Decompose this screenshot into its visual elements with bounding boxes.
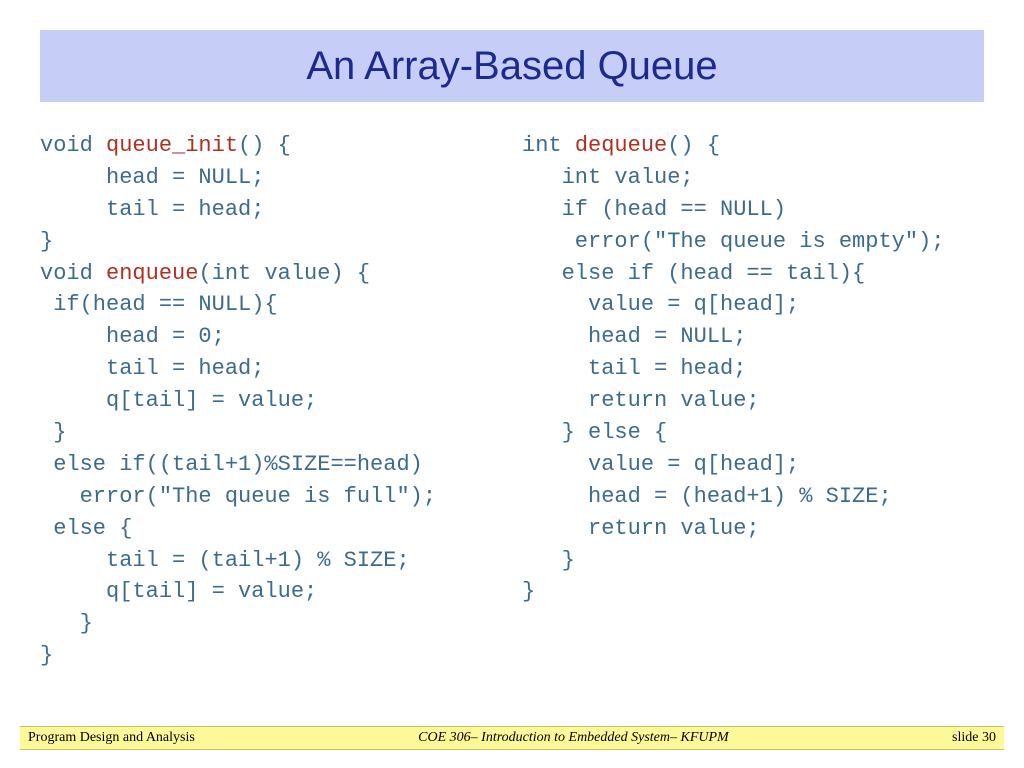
code-line: } — [40, 611, 93, 636]
code-block-enqueue: void enqueue(int value) { if(head == NUL… — [40, 258, 502, 673]
code-line: tail = head; — [40, 197, 264, 222]
code-line: value = q[head]; — [522, 452, 799, 477]
code-line: } — [40, 643, 53, 668]
footer-right: slide 30 — [952, 730, 996, 746]
token: () { — [238, 133, 291, 158]
token-type: void — [40, 133, 93, 158]
token: (int value) { — [198, 261, 370, 286]
code-line: value = q[head]; — [522, 292, 799, 317]
footer: Program Design and Analysis COE 306– Int… — [20, 726, 1004, 750]
token-func-name: dequeue — [575, 133, 667, 158]
token-func-name: enqueue — [106, 261, 198, 286]
token-type: int — [522, 133, 562, 158]
code-line: } — [522, 548, 575, 573]
code-block-dequeue: int dequeue() { int value; if (head == N… — [522, 130, 984, 608]
code-line: else if((tail+1)%SIZE==head) — [40, 452, 423, 477]
code-line: q[tail] = value; — [40, 388, 317, 413]
code-line: } — [40, 420, 66, 445]
code-line: tail = head; — [40, 356, 264, 381]
code-block-init: void queue_init() { head = NULL; tail = … — [40, 130, 502, 258]
code-column-left: void queue_init() { head = NULL; tail = … — [40, 130, 512, 718]
code-line: tail = head; — [522, 356, 746, 381]
code-line: head = NULL; — [522, 324, 746, 349]
code-line: else { — [40, 516, 132, 541]
title-bar: An Array-Based Queue — [40, 30, 984, 102]
code-line: head = (head+1) % SIZE; — [522, 484, 892, 509]
code-line: else if (head == tail){ — [522, 261, 865, 286]
code-line: head = 0; — [40, 324, 225, 349]
code-line: head = NULL; — [40, 165, 264, 190]
code-line: } else { — [522, 420, 667, 445]
code-line: error("The queue is empty"); — [522, 229, 944, 254]
code-line: } — [40, 229, 53, 254]
code-line: error("The queue is full"); — [40, 484, 436, 509]
code-line: tail = (tail+1) % SIZE; — [40, 548, 410, 573]
code-area: void queue_init() { head = NULL; tail = … — [40, 130, 984, 718]
code-line: if(head == NULL){ — [40, 292, 278, 317]
code-line: if (head == NULL) — [522, 197, 786, 222]
code-line: return value; — [522, 388, 760, 413]
slide-title: An Array-Based Queue — [306, 44, 717, 89]
token: () { — [667, 133, 720, 158]
slide: An Array-Based Queue void queue_init() {… — [0, 0, 1024, 768]
code-line: q[tail] = value; — [40, 579, 317, 604]
token-func-name: queue_init — [106, 133, 238, 158]
token-type: void — [40, 261, 93, 286]
footer-center: COE 306– Introduction to Embedded System… — [195, 730, 952, 746]
code-line: } — [522, 579, 535, 604]
code-column-right: int dequeue() { int value; if (head == N… — [512, 130, 984, 718]
code-line: int value; — [522, 165, 694, 190]
footer-left: Program Design and Analysis — [28, 730, 195, 746]
code-line: return value; — [522, 516, 760, 541]
